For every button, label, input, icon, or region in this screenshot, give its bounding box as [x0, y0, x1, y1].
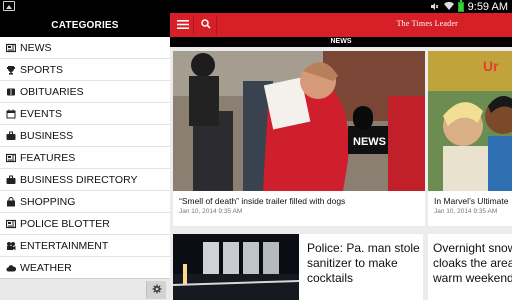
sidebar-item-label: SPORTS	[20, 63, 63, 76]
app-header: The Times Leader	[170, 13, 512, 37]
sidebar-item-label: FEATURES	[20, 151, 76, 164]
article-card[interactable]: Police: Pa. man stole sanitizer to make …	[299, 234, 423, 300]
category-list: NEWS SPORTS OBITUARIES EVENTS BUSINESS F…	[0, 37, 170, 279]
search-icon	[200, 16, 211, 34]
gear-icon	[152, 281, 162, 299]
newspaper-icon	[6, 43, 16, 53]
article-title: Overnight snow cloaks the area warm weeken…	[433, 241, 512, 285]
article-photo	[173, 234, 299, 300]
sidebar-item-label: POLICE BLOTTER	[20, 217, 110, 230]
wifi-icon	[443, 1, 454, 11]
article-thumbnail[interactable]	[173, 234, 299, 300]
sidebar-item-label: EVENTS	[20, 107, 63, 120]
settings-button[interactable]	[146, 281, 166, 299]
newspaper-icon	[6, 153, 16, 163]
battery-icon	[457, 0, 464, 12]
section-label: NEWS	[170, 37, 512, 47]
status-bar: 9:59 AM	[0, 0, 512, 13]
sidebar-item-features[interactable]: FEATURES	[0, 147, 170, 169]
category-drawer: CATEGORIES NEWS SPORTS OBITUARIES EVENTS…	[0, 13, 170, 300]
svg-text:NEWS: NEWS	[353, 136, 386, 148]
article-card[interactable]: Ur In Marvel’s Ultimate Jan 10, 2014 9:3…	[428, 51, 512, 226]
drawer-footer	[0, 278, 170, 300]
sidebar-item-business[interactable]: BUSINESS	[0, 125, 170, 147]
article-date: Jan 10, 2014 9:35 AM	[179, 208, 243, 215]
article-title: Police: Pa. man stole sanitizer to make …	[307, 241, 420, 285]
calendar-icon	[6, 109, 16, 119]
sidebar-item-news[interactable]: NEWS	[0, 37, 170, 59]
sidebar-item-label: NEWS	[20, 41, 52, 54]
trophy-icon	[6, 65, 16, 75]
article-card[interactable]: Overnight snow cloaks the area warm weeken…	[428, 234, 512, 300]
search-button[interactable]	[195, 15, 217, 35]
sidebar-item-entertainment[interactable]: ENTERTAINMENT	[0, 235, 170, 257]
book-icon	[6, 87, 16, 97]
sidebar-item-shopping[interactable]: SHOPPING	[0, 191, 170, 213]
shopping-bag-icon	[6, 196, 16, 207]
film-icon	[6, 241, 16, 251]
menu-button[interactable]	[172, 15, 194, 35]
gallery-icon	[3, 1, 15, 11]
drawer-title: CATEGORIES	[0, 13, 170, 37]
sidebar-item-obituaries[interactable]: OBITUARIES	[0, 81, 170, 103]
sidebar-item-police-blotter[interactable]: POLICE BLOTTER	[0, 213, 170, 235]
sidebar-item-label: BUSINESS DIRECTORY	[20, 173, 138, 186]
mute-icon	[430, 2, 440, 11]
sidebar-item-label: OBITUARIES	[20, 85, 84, 98]
briefcase-icon	[6, 131, 16, 141]
cloud-icon	[6, 263, 16, 273]
status-icons: 9:59 AM	[430, 0, 508, 13]
sidebar-item-weather[interactable]: WEATHER	[0, 257, 170, 279]
app-logo: The Times Leader	[396, 19, 458, 28]
article-card[interactable]: NEWS “Smell of death” inside trailer fil…	[173, 51, 425, 226]
sidebar-item-label: SHOPPING	[20, 195, 76, 208]
article-title: “Smell of death” inside trailer filled w…	[179, 196, 346, 206]
article-photo: Ur	[428, 51, 512, 191]
briefcase-icon	[6, 175, 16, 185]
newspaper-icon	[6, 219, 16, 229]
article-title: In Marvel’s Ultimate	[434, 196, 509, 206]
clock: 9:59 AM	[467, 0, 508, 13]
sidebar-item-label: ENTERTAINMENT	[20, 239, 109, 252]
sidebar-item-label: BUSINESS	[20, 129, 74, 142]
svg-text:Ur: Ur	[483, 58, 499, 74]
main-content: The Times Leader NEWS NEWS “Smell of dea…	[170, 13, 512, 300]
article-photo: NEWS	[173, 51, 425, 191]
hamburger-icon	[176, 16, 189, 34]
sidebar-item-events[interactable]: EVENTS	[0, 103, 170, 125]
sidebar-item-label: WEATHER	[20, 261, 72, 274]
article-date: Jan 10, 2014 9:35 AM	[434, 208, 498, 215]
sidebar-item-sports[interactable]: SPORTS	[0, 59, 170, 81]
sidebar-item-business-directory[interactable]: BUSINESS DIRECTORY	[0, 169, 170, 191]
